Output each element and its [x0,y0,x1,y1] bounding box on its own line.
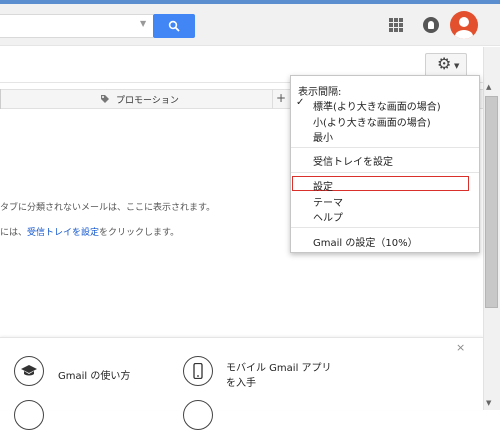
tab-promotions[interactable]: プロモーション [116,93,179,106]
configure-inbox-link[interactable]: 受信トレイを設定 [27,228,99,238]
graduation-cap-icon[interactable] [14,356,44,386]
gear-icon: ⚙ [437,54,452,73]
menu-divider [291,172,479,173]
scroll-up-arrow-icon[interactable]: ▲ [486,83,491,91]
menu-item-gmail-settings[interactable]: Gmail の設定（10%） [313,234,418,249]
scrollbar-thumb[interactable] [485,96,498,308]
close-icon[interactable]: × [456,341,465,354]
tip-get-mobile-app[interactable]: モバイル Gmail アプリ [226,359,332,374]
menu-divider [291,227,479,228]
configure-inbox-hint: には、受信トレイを設定をクリックします。 [0,225,179,238]
menu-item-settings[interactable]: 設定 [313,178,333,193]
avatar[interactable] [450,11,478,39]
search-button[interactable] [153,14,195,38]
mobile-phone-icon[interactable] [183,356,213,386]
hint-suffix: をクリックします。 [99,228,180,238]
menu-item-help[interactable]: ヘルプ [313,209,343,224]
density-option-cozy[interactable]: 小(より大きな画面の場合) [313,114,431,129]
hint-prefix: には、 [0,228,28,238]
avatar-person-icon [455,17,473,39]
menu-item-configure-inbox[interactable]: 受信トレイを設定 [313,153,393,168]
density-option-comfortable[interactable]: 標準(より大きな画面の場合) [313,98,441,113]
menu-divider [291,147,479,148]
search-icon [168,20,180,32]
apps-grid-icon[interactable] [389,18,403,32]
density-option-compact[interactable]: 最小 [313,129,333,144]
chevron-down-icon: ▼ [454,62,460,70]
tip-how-to-use-gmail[interactable]: Gmail の使い方 [58,367,130,382]
notifications-icon[interactable] [423,17,439,33]
add-tab-button[interactable]: + [276,91,286,105]
checkmark-icon: ✓ [296,97,305,108]
tip-circle-icon [183,400,213,430]
tag-icon [100,94,110,106]
tip-circle-icon [14,400,44,430]
menu-item-themes[interactable]: テーマ [313,194,343,209]
tab-divider [272,89,273,109]
display-density-heading: 表示間隔: [298,87,342,98]
search-options-caret-icon[interactable]: ▼ [140,19,146,28]
tip-get-mobile-app-line-2[interactable]: を入手 [226,374,256,389]
empty-inbox-message: タブに分類されないメールは、ここに表示されます。 [0,203,216,213]
scroll-down-arrow-icon[interactable]: ▼ [486,399,491,407]
tab-divider [0,89,1,109]
search-input[interactable] [0,14,153,38]
